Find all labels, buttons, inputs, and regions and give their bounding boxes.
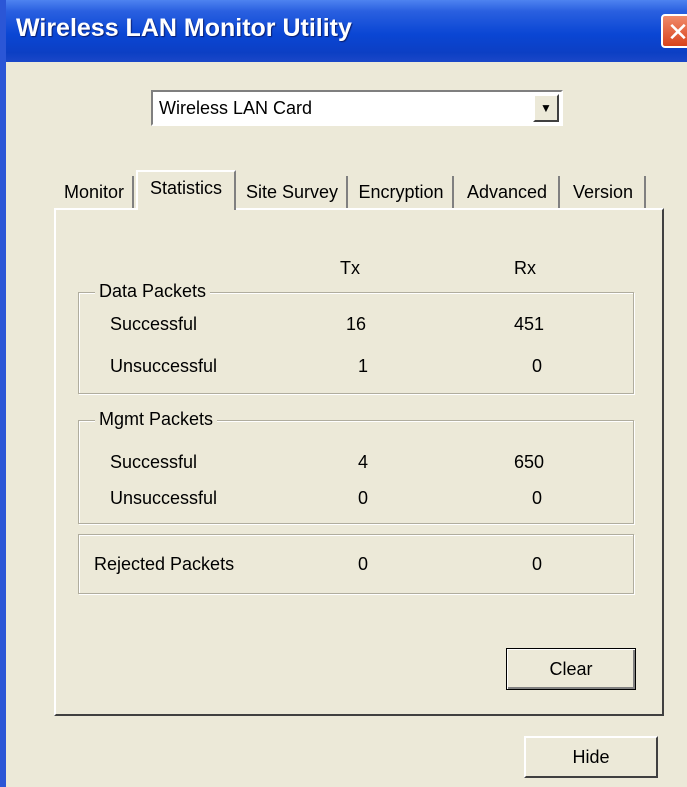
tab-statistics[interactable]: Statistics — [136, 170, 236, 210]
tab-advanced[interactable]: Advanced — [456, 176, 560, 208]
data-packets-group: Data Packets — [78, 281, 634, 394]
close-button[interactable]: ✕ — [661, 14, 687, 48]
data-successful-tx: 16 — [346, 314, 367, 334]
tab-site-survey[interactable]: Site Survey — [238, 176, 348, 208]
card-dropdown[interactable]: Wireless LAN Card ▼ — [151, 90, 563, 126]
tab-monitor[interactable]: Monitor — [56, 176, 134, 208]
card-dropdown-value: Wireless LAN Card — [159, 98, 313, 118]
tx-column-header: Tx — [340, 258, 360, 278]
data-successful-label: Successful — [110, 314, 198, 334]
close-icon: ✕ — [667, 17, 687, 47]
tab-encryption[interactable]: Encryption — [350, 176, 454, 208]
data-packets-title: Data Packets — [95, 281, 211, 302]
rejected-packets-label: Rejected Packets — [94, 554, 235, 574]
data-unsuccessful-label: Unsuccessful — [110, 356, 218, 376]
mgmt-unsuccessful-label: Unsuccessful — [110, 488, 218, 508]
data-successful-rx: 451 — [514, 314, 545, 334]
mgmt-successful-label: Successful — [110, 452, 198, 472]
rejected-packets-rx: 0 — [532, 554, 543, 574]
mgmt-unsuccessful-tx: 0 — [358, 488, 369, 508]
mgmt-unsuccessful-rx: 0 — [532, 488, 543, 508]
main-window: Wireless LAN Monitor Utility ✕ Wireless … — [0, 0, 687, 787]
rx-column-header: Rx — [514, 258, 536, 278]
rejected-packets-tx: 0 — [358, 554, 369, 574]
data-unsuccessful-tx: 1 — [358, 356, 369, 376]
title-bar[interactable]: Wireless LAN Monitor Utility ✕ — [6, 0, 687, 62]
chevron-down-icon[interactable]: ▼ — [533, 94, 559, 122]
mgmt-successful-tx: 4 — [358, 452, 369, 472]
mgmt-packets-title: Mgmt Packets — [95, 409, 218, 430]
window-title: Wireless LAN Monitor Utility — [16, 14, 352, 42]
clear-button[interactable]: Clear — [506, 648, 636, 690]
hide-button[interactable]: Hide — [524, 736, 658, 778]
mgmt-successful-rx: 650 — [514, 452, 545, 472]
tab-version[interactable]: Version — [562, 176, 646, 208]
data-unsuccessful-rx: 0 — [532, 356, 543, 376]
